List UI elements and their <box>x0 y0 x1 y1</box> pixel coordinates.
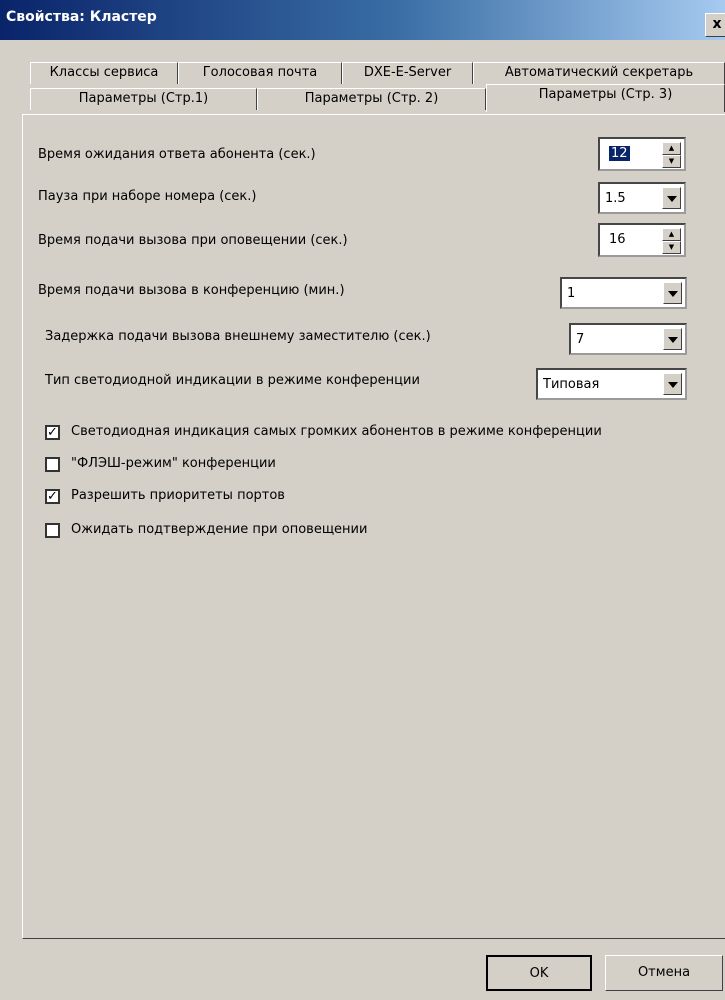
answer-wait-spinner[interactable]: 12 ▲ ▼ <box>598 137 686 171</box>
answer-wait-label: Время ожидания ответа абонента (сек.) <box>38 147 316 162</box>
spin-down-icon[interactable]: ▼ <box>662 241 681 254</box>
dial-pause-select[interactable]: 1.5 <box>598 182 686 214</box>
window-title: Свойства: Кластер <box>6 9 157 25</box>
notify-call-time-label: Время подачи вызова при оповещении (сек.… <box>38 233 348 248</box>
notify-call-time-value: 16 <box>609 232 626 247</box>
tab-params-page1[interactable]: Параметры (Стр.1) <box>30 88 257 110</box>
tab-auto-attendant[interactable]: Автоматический секретарь <box>473 62 725 84</box>
await-confirmation-checkbox[interactable] <box>45 523 60 538</box>
dial-pause-value: 1.5 <box>605 191 626 206</box>
answer-wait-value: 12 <box>609 146 630 161</box>
chevron-down-icon[interactable] <box>663 282 682 304</box>
chevron-down-icon[interactable] <box>663 328 682 350</box>
ok-button[interactable]: OK <box>486 955 592 991</box>
flash-mode-label: "ФЛЭШ-режим" конференции <box>71 456 276 471</box>
title-bar[interactable]: Свойства: Кластер x <box>0 0 725 40</box>
await-confirmation-label: Ожидать подтверждение при оповещении <box>71 522 368 537</box>
chevron-down-icon[interactable] <box>662 187 681 209</box>
led-type-value: Типовая <box>543 377 600 392</box>
loudest-led-checkbox[interactable]: ✓ <box>45 425 60 440</box>
notify-call-time-spinner[interactable]: 16 ▲ ▼ <box>598 223 686 257</box>
spin-up-icon[interactable]: ▲ <box>662 228 681 241</box>
tab-params-page3[interactable]: Параметры (Стр. 3) <box>486 84 725 112</box>
answer-wait-spin-buttons[interactable]: ▲ ▼ <box>662 142 681 168</box>
led-type-label: Тип светодиодной индикации в режиме конф… <box>45 373 420 388</box>
ext-deputy-delay-value: 7 <box>576 332 585 347</box>
ext-deputy-delay-label: Задержка подачи вызова внешнему заместит… <box>45 329 431 344</box>
tab-service-classes[interactable]: Классы сервиса <box>30 62 178 84</box>
port-priorities-checkbox[interactable]: ✓ <box>45 489 60 504</box>
tab-params-page2[interactable]: Параметры (Стр. 2) <box>257 88 486 110</box>
loudest-led-label: Светодиодная индикация самых громких або… <box>71 424 602 439</box>
properties-dialog: Свойства: Кластер x Классы сервиса Голос… <box>0 0 725 1000</box>
led-type-select[interactable]: Типовая <box>536 368 687 400</box>
flash-mode-checkbox[interactable] <box>45 457 60 472</box>
port-priorities-label: Разрешить приоритеты портов <box>71 488 285 503</box>
dial-pause-label: Пауза при наборе номера (сек.) <box>38 189 257 204</box>
notify-call-time-spin-buttons[interactable]: ▲ ▼ <box>662 228 681 254</box>
conf-call-time-value: 1 <box>567 286 576 301</box>
ext-deputy-delay-select[interactable]: 7 <box>569 323 687 355</box>
chevron-down-icon[interactable] <box>663 373 682 395</box>
spin-up-icon[interactable]: ▲ <box>662 142 681 155</box>
conf-call-time-select[interactable]: 1 <box>560 277 687 309</box>
cancel-button[interactable]: Отмена <box>605 955 723 991</box>
tab-dxe-e-server[interactable]: DXE-E-Server <box>342 62 473 84</box>
spin-down-icon[interactable]: ▼ <box>662 155 681 168</box>
conf-call-time-label: Время подачи вызова в конференцию (мин.) <box>38 283 345 298</box>
tab-voicemail[interactable]: Голосовая почта <box>178 62 342 84</box>
close-button[interactable]: x <box>705 13 725 37</box>
